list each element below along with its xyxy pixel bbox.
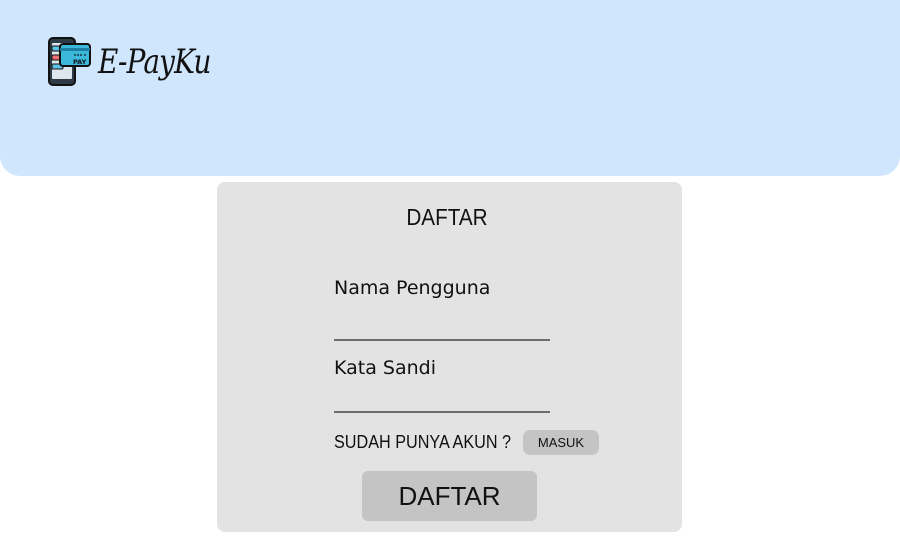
password-label: Kata Sandi: [334, 357, 436, 379]
register-submit-button[interactable]: DAFTAR: [362, 471, 537, 521]
svg-text:PAY: PAY: [73, 58, 87, 66]
login-button[interactable]: MASUK: [523, 430, 599, 455]
password-input[interactable]: [334, 383, 550, 413]
username-label: Nama Pengguna: [334, 277, 491, 299]
header-banner: PAY E-PayKu: [0, 0, 900, 176]
brand-name: E-PayKu: [98, 42, 211, 82]
register-title: DAFTAR: [406, 204, 488, 230]
username-input[interactable]: [334, 311, 550, 341]
register-card: DAFTAR Nama Pengguna Kata Sandi SUDAH PU…: [217, 182, 682, 532]
phone-pay-card-icon: PAY: [48, 37, 91, 86]
have-account-text: SUDAH PUNYA AKUN ?: [334, 432, 512, 452]
brand-logo[interactable]: PAY E-PayKu: [46, 36, 235, 88]
login-prompt-row: SUDAH PUNYA AKUN ? MASUK: [334, 430, 599, 455]
